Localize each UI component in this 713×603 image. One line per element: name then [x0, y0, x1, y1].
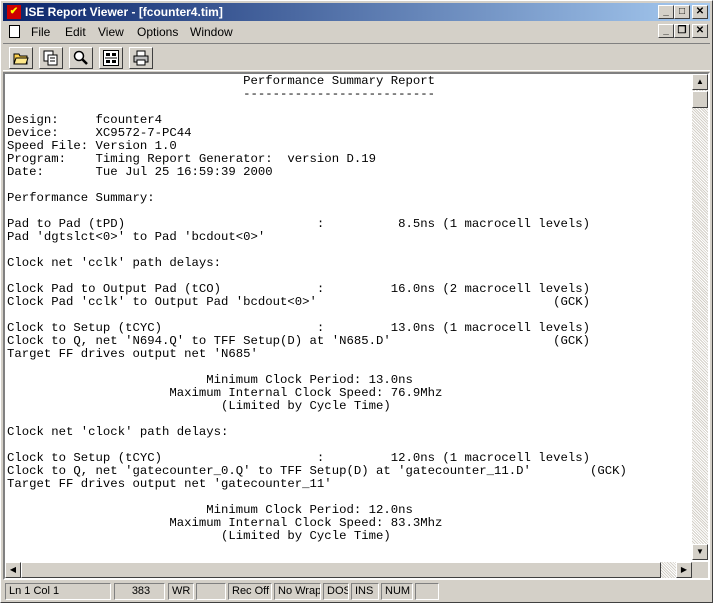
report-text-area[interactable]: Performance Summary Report -------------…	[7, 75, 693, 561]
report-line: Design: fcounter4	[7, 113, 162, 127]
status-extra-panel	[415, 583, 439, 600]
copy-button[interactable]	[39, 47, 63, 69]
menu-options[interactable]: Options	[137, 25, 178, 39]
report-line: Speed File: Version 1.0	[7, 139, 177, 153]
app-window: ✔ ISE Report Viewer - [fcounter4.tim] _ …	[0, 0, 713, 603]
copy-icon	[43, 50, 58, 66]
scroll-up-button[interactable]: ▲	[692, 74, 708, 90]
folder-open-icon	[13, 53, 29, 65]
report-line: Target FF drives output net 'gatecounter…	[7, 477, 332, 491]
app-icon[interactable]: ✔	[7, 5, 21, 19]
vertical-scroll-thumb[interactable]	[692, 91, 708, 108]
report-text: Performance Summary Report -------------…	[7, 75, 693, 561]
font-button[interactable]	[99, 47, 123, 69]
child-minimize-button[interactable]: _	[658, 24, 674, 38]
toolbar	[3, 43, 710, 71]
menu-edit[interactable]: Edit	[65, 25, 86, 39]
title-bar[interactable]: ✔ ISE Report Viewer - [fcounter4.tim] _ …	[3, 3, 710, 21]
report-line: Clock Pad to Output Pad (tCO) : 16.0ns (…	[7, 282, 590, 296]
report-line: Program: Timing Report Generator: versio…	[7, 152, 376, 166]
report-line: Pad to Pad (tPD) : 8.5ns (1 macrocell le…	[7, 217, 590, 231]
status-wrap: No Wrap	[274, 583, 321, 600]
window-title: ISE Report Viewer - [fcounter4.tim]	[25, 5, 223, 19]
close-button[interactable]: ✕	[692, 5, 708, 19]
maximize-button[interactable]: □	[674, 5, 690, 19]
report-line: Maximum Internal Clock Speed: 76.9Mhz	[7, 386, 443, 400]
status-position: Ln 1 Col 1	[5, 583, 111, 600]
menu-window[interactable]: Window	[190, 25, 233, 39]
horizontal-scroll-thumb[interactable]	[21, 562, 661, 578]
status-empty-panel	[196, 583, 226, 600]
menu-view[interactable]: View	[98, 25, 124, 39]
report-line: --------------------------	[7, 87, 436, 101]
report-line: Clock net 'cclk' path delays:	[7, 256, 222, 270]
find-button[interactable]	[69, 47, 93, 69]
horizontal-scrollbar[interactable]: ◀ ▶	[5, 562, 692, 578]
report-line: Date: Tue Jul 25 16:59:39 2000	[7, 165, 273, 179]
font-icon	[103, 50, 119, 66]
report-line: Minimum Clock Period: 13.0ns	[7, 373, 413, 387]
report-line: Minimum Clock Period: 12.0ns	[7, 503, 413, 517]
printer-icon	[133, 50, 149, 66]
open-file-button[interactable]	[9, 47, 33, 69]
print-button[interactable]	[129, 47, 153, 69]
report-line: Clock to Setup (tCYC) : 12.0ns (1 macroc…	[7, 451, 590, 465]
report-line: Clock to Q, net 'gatecounter_0.Q' to TFF…	[7, 464, 627, 478]
status-wr: WR	[168, 583, 194, 600]
report-line: (Limited by Cycle Time)	[7, 529, 391, 543]
child-restore-button[interactable]: ❐	[674, 24, 690, 38]
scroll-down-button[interactable]: ▼	[692, 544, 708, 560]
status-rec: Rec Off	[228, 583, 272, 600]
report-line: Clock to Q, net 'N694.Q' to TFF Setup(D)…	[7, 334, 590, 348]
menu-file[interactable]: File	[31, 25, 50, 39]
report-line: Device: XC9572-7-PC44	[7, 126, 192, 140]
status-bar: Ln 1 Col 1 383 WR Rec Off No Wrap DOS IN…	[3, 582, 710, 601]
report-line: Performance Summary:	[7, 191, 155, 205]
report-line: Clock Pad 'cclk' to Output Pad 'bcdout<0…	[7, 295, 590, 309]
vertical-scrollbar[interactable]: ▲ ▼	[692, 74, 708, 560]
report-line: Clock net 'clock' path delays:	[7, 425, 229, 439]
report-line: Target FF drives output net 'N685'	[7, 347, 258, 361]
menu-bar: File Edit View Options Window _ ❐ ✕	[3, 22, 710, 41]
magnifier-icon	[73, 50, 88, 65]
report-line: Clock to Setup (tCYC) : 13.0ns (1 macroc…	[7, 321, 590, 335]
status-count: 383	[114, 583, 165, 600]
scroll-left-button[interactable]: ◀	[5, 562, 21, 578]
document-icon[interactable]	[9, 25, 20, 38]
status-format: DOS	[323, 583, 349, 600]
status-ins: INS	[351, 583, 379, 600]
report-line: (Limited by Cycle Time)	[7, 399, 391, 413]
report-line: ----------------------------------------…	[7, 555, 597, 562]
status-num: NUM	[381, 583, 413, 600]
scrollbar-corner	[692, 562, 708, 578]
minimize-button[interactable]: _	[658, 5, 674, 19]
scroll-right-button[interactable]: ▶	[676, 562, 692, 578]
report-viewer[interactable]: Performance Summary Report -------------…	[3, 72, 710, 580]
report-line: Pad 'dgtslct<0>' to Pad 'bcdout<0>'	[7, 230, 266, 244]
child-close-button[interactable]: ✕	[692, 24, 708, 38]
report-line: Maximum Internal Clock Speed: 83.3Mhz	[7, 516, 443, 530]
